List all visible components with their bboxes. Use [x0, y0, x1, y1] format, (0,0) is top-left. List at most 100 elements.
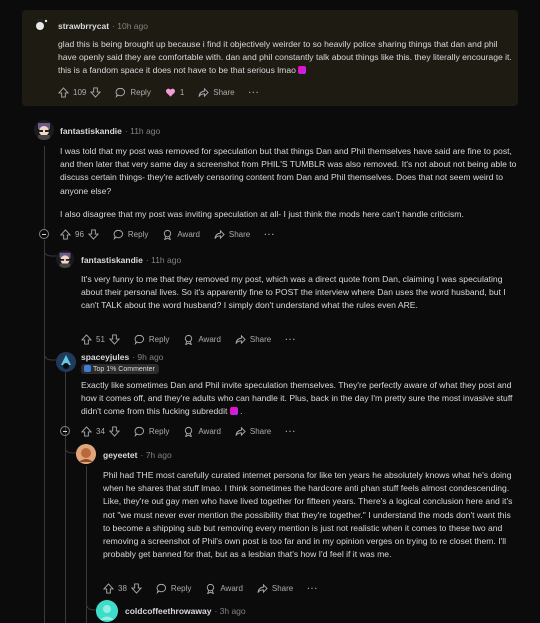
collapse-thread-button[interactable] [39, 229, 49, 239]
vote-count: 51 [96, 334, 105, 344]
username[interactable]: fantastiskandie [81, 255, 143, 265]
reply-icon [134, 426, 144, 437]
downvote-icon[interactable] [108, 333, 120, 345]
comment-body: It's very funny to me that they removed … [81, 273, 515, 323]
avatar[interactable] [34, 120, 54, 140]
award-button[interactable]: Award [205, 583, 243, 594]
comment-body: I was told that my post was removed for … [60, 145, 518, 231]
reply-icon [156, 583, 166, 594]
comment-body: Phil had THE most carefully curated inte… [103, 469, 517, 571]
comment-text: I was told that my post was removed for … [60, 146, 517, 196]
username[interactable]: coldcoffeethrowaway [125, 606, 211, 616]
share-button[interactable]: Share [257, 583, 293, 594]
timestamp: 3h ago [219, 606, 246, 616]
award-icon [185, 334, 193, 345]
share-label: Share [228, 229, 251, 239]
upvote-icon[interactable] [58, 86, 69, 98]
downvote-icon[interactable] [108, 425, 120, 437]
username-line: geyeetet · 7h ago [103, 450, 172, 460]
more-options-button[interactable]: ··· [249, 88, 260, 97]
vote-count: 109 [73, 87, 87, 97]
award-count: 1 [179, 87, 185, 97]
upvote-icon[interactable] [81, 425, 92, 437]
comment-actions: 38 Reply Award Share ··· [103, 581, 332, 595]
comment-body: glad this is being brought up because i … [58, 38, 512, 88]
commenter-flair: Top 1% Commenter [81, 364, 159, 374]
share-button[interactable]: Share [198, 87, 235, 98]
award-button[interactable]: Award [183, 426, 221, 437]
share-label: Share [213, 87, 235, 97]
comment-text: Exactly like sometimes Dan and Phil invi… [81, 380, 513, 417]
award-icon [207, 583, 215, 594]
award-icon [164, 229, 172, 240]
upvote-icon[interactable] [103, 582, 114, 594]
username-line: strawbrrycat · 10h ago [58, 21, 148, 31]
username-line: coldcoffeethrowaway · 3h ago [125, 606, 246, 616]
award-label: Award [198, 334, 221, 344]
avatar[interactable] [32, 16, 50, 34]
share-label: Share [249, 426, 272, 436]
reply-icon [115, 87, 126, 98]
timestamp: 7h ago [145, 450, 172, 460]
share-button[interactable]: Share [235, 426, 271, 437]
username[interactable]: geyeetet [103, 450, 138, 460]
reply-button[interactable]: Reply [113, 229, 148, 240]
reply-button[interactable]: Reply [134, 334, 169, 345]
collapse-thread-button[interactable] [60, 426, 70, 436]
emoji-icon [229, 407, 238, 416]
more-options-button[interactable]: ··· [285, 427, 296, 436]
avatar[interactable] [76, 444, 96, 464]
username[interactable]: spaceyjules [81, 352, 129, 362]
vote-count: 96 [75, 229, 84, 239]
award-button[interactable]: Award [162, 229, 200, 240]
reply-button[interactable]: Reply [134, 426, 169, 437]
username[interactable]: fantastiskandie [60, 126, 122, 136]
more-options-button[interactable]: ··· [285, 335, 296, 344]
award-label: Award [198, 426, 221, 436]
reply-icon [113, 229, 123, 240]
comment-text: I also disagree that my post was invitin… [60, 208, 464, 219]
award-label: Award [177, 229, 200, 239]
avatar[interactable] [56, 352, 76, 372]
upvote-icon[interactable] [81, 333, 92, 345]
reply-label: Reply [148, 334, 170, 344]
share-icon [235, 334, 246, 344]
reply-button[interactable]: Reply [156, 583, 191, 594]
timestamp: 11h ago [151, 255, 182, 265]
top-commenter-icon [84, 365, 91, 372]
username-line: fantastiskandie · 11h ago [60, 126, 161, 136]
downvote-icon[interactable] [90, 86, 102, 98]
comment-actions: 34 Reply Award Share ··· [81, 424, 310, 438]
share-icon [214, 229, 225, 239]
heart-icon [165, 88, 175, 97]
thread-line [44, 146, 45, 230]
timestamp: 10h ago [117, 21, 148, 31]
downvote-icon[interactable] [130, 582, 142, 594]
award-icon [185, 426, 193, 437]
upvote-icon[interactable] [60, 228, 71, 240]
comment-body: Exactly like sometimes Dan and Phil invi… [81, 380, 513, 417]
share-button[interactable]: Share [214, 229, 250, 240]
more-options-button[interactable]: ··· [307, 584, 318, 593]
more-options-button[interactable]: ··· [264, 230, 275, 239]
share-icon [235, 426, 246, 436]
reply-button[interactable]: Reply [115, 87, 151, 98]
award-button[interactable]: 1 [165, 87, 184, 98]
vote-count: 34 [96, 426, 105, 436]
comment-actions: 96 Reply Award Share ··· [60, 227, 289, 241]
vote-count: 38 [118, 583, 127, 593]
downvote-icon[interactable] [87, 228, 99, 240]
avatar[interactable] [56, 250, 74, 268]
reply-label: Reply [170, 583, 192, 593]
timestamp: 9h ago [137, 352, 164, 362]
comment-actions: 109 Reply 1 Share ··· [58, 85, 274, 99]
award-button[interactable]: Award [183, 334, 221, 345]
share-button[interactable]: Share [235, 334, 271, 345]
username[interactable]: strawbrrycat [58, 21, 109, 31]
comment-text: Phil had THE most carefully curated inte… [103, 470, 513, 560]
reply-label: Reply [148, 426, 170, 436]
share-icon [198, 87, 209, 97]
comment-text: glad this is being brought up because i … [58, 39, 512, 76]
avatar[interactable] [96, 600, 118, 622]
award-label: Award [220, 583, 243, 593]
